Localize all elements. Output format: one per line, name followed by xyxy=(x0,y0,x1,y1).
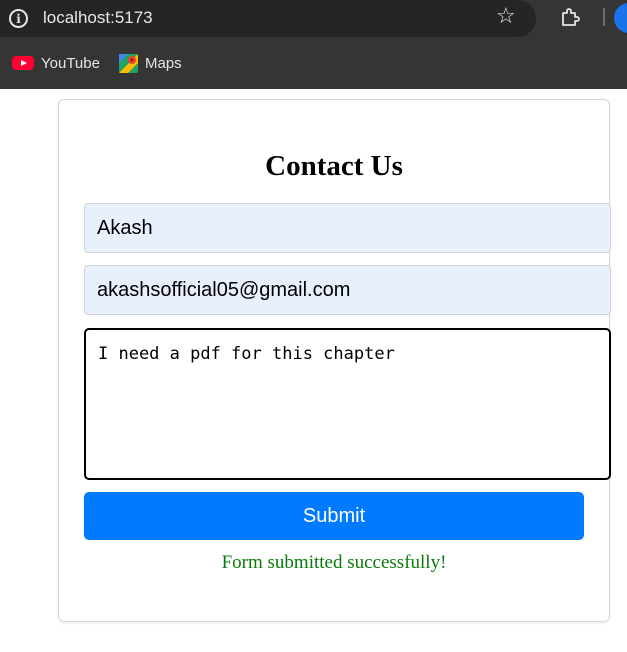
url-text[interactable]: localhost:5173 xyxy=(43,8,153,28)
bookmark-maps[interactable]: Maps xyxy=(119,52,182,74)
bookmark-label: YouTube xyxy=(41,54,100,72)
bookmarks-bar: YouTube Maps xyxy=(0,38,627,89)
page-title: Contact Us xyxy=(265,150,403,182)
profile-avatar[interactable] xyxy=(614,3,627,33)
address-bar[interactable]: i localhost:5173 ☆ xyxy=(0,0,536,37)
info-icon[interactable]: i xyxy=(9,9,28,28)
email-field[interactable]: akashsofficial05@gmail.com xyxy=(84,265,611,315)
message-field[interactable]: I need a pdf for this chapter xyxy=(84,328,611,480)
browser-toolbar: i localhost:5173 ☆ xyxy=(0,0,627,38)
submit-button[interactable]: Submit xyxy=(84,492,584,540)
bookmark-youtube[interactable]: YouTube xyxy=(12,52,100,74)
success-message: Form submitted successfully! xyxy=(221,552,447,573)
star-icon[interactable]: ☆ xyxy=(496,5,516,29)
toolbar-divider xyxy=(603,8,605,26)
maps-icon xyxy=(119,53,138,73)
youtube-icon xyxy=(12,56,34,70)
puzzle-icon[interactable] xyxy=(560,7,580,27)
bookmark-label: Maps xyxy=(145,54,182,72)
name-field[interactable]: Akash xyxy=(84,203,611,253)
